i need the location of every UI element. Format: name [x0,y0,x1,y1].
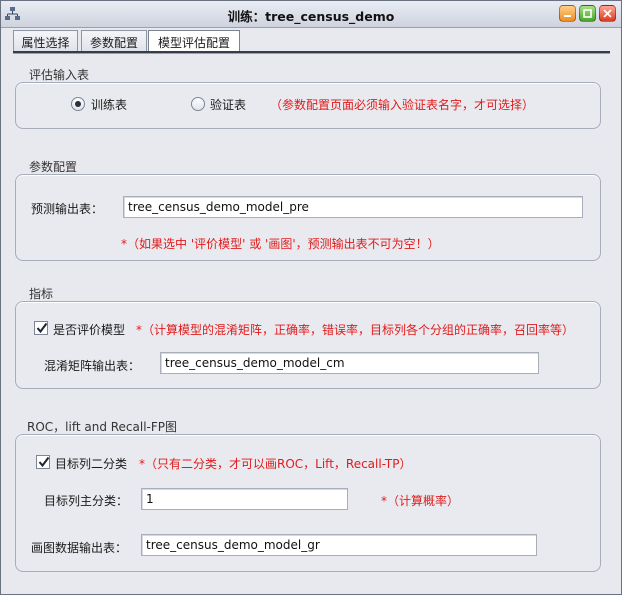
eval-input-note: （参数配置页面必须输入验证表名字，才可选择） [270,98,535,112]
radio-train-table[interactable] [71,97,85,111]
tab-label: 参数配置 [89,36,138,50]
window-title: 训练：tree_census_demo [227,9,395,24]
section-title-roc: ROC，lift and Recall-FP图 [27,420,178,434]
check-icon [38,456,50,468]
training-window: 训练：tree_census_demo 属性选择 参数配置 模型评估配置 评估输… [0,0,622,595]
predict-table-input[interactable]: tree_census_demo_model_pre [123,196,583,218]
section-title-metrics: 指标 [29,287,54,301]
radio-validation-label[interactable]: 验证表 [210,96,246,113]
confusion-matrix-label: 混淆矩阵输出表： [44,359,141,373]
plot-data-label: 画图数据输出表： [31,541,128,555]
predict-table-label: 预测输出表： [31,202,104,216]
section-title-param-config: 参数配置 [29,160,78,174]
maximize-icon [583,9,592,18]
radio-train-label[interactable]: 训练表 [91,96,127,113]
minimize-icon [564,15,571,17]
main-class-note: *（计算概率） [381,494,460,508]
check-icon [36,322,48,334]
tab-label: 模型评估配置 [157,36,230,50]
main-class-label: 目标列主分类： [44,494,129,508]
confusion-matrix-input[interactable]: tree_census_demo_model_cm [160,352,539,374]
tab-parameter-config[interactable]: 参数配置 [81,30,147,52]
binary-class-note: *（只有二分类，才可以画ROC，Lift，Recall-TP） [139,457,412,471]
predict-table-note: *（如果选中 '评价模型' 或 '画图'，预测输出表不可为空！） [121,237,440,251]
evaluate-model-label[interactable]: 是否评价模型 [53,321,125,338]
tab-model-evaluation-config[interactable]: 模型评估配置 [148,30,240,52]
binary-class-checkbox[interactable] [36,455,50,469]
binary-class-label[interactable]: 目标列二分类 [55,455,127,472]
main-class-input[interactable]: 1 [141,488,348,510]
roc-panel: 目标列二分类 *（只有二分类，才可以画ROC，Lift，Recall-TP） 目… [15,434,601,572]
evaluate-model-note: *（计算模型的混淆矩阵，正确率，错误率，目标列各个分组的正确率，召回率等） [136,323,575,337]
maximize-button[interactable] [579,5,596,22]
minimize-button[interactable] [559,5,576,22]
evaluate-model-checkbox[interactable] [34,321,48,335]
section-title-eval-input: 评估输入表 [29,68,90,82]
eval-input-panel: 训练表 验证表 （参数配置页面必须输入验证表名字，才可选择） [15,82,601,129]
tab-label: 属性选择 [21,36,70,50]
close-icon [603,9,612,18]
plot-data-input[interactable]: tree_census_demo_model_gr [141,534,537,556]
tab-divider [13,51,610,54]
metrics-panel: 是否评价模型 *（计算模型的混淆矩阵，正确率，错误率，目标列各个分组的正确率，召… [15,301,601,389]
param-config-panel: 预测输出表： tree_census_demo_model_pre *（如果选中… [15,174,601,261]
radio-validation-table[interactable] [191,97,205,111]
close-button[interactable] [599,5,616,22]
tab-attribute-selection[interactable]: 属性选择 [13,30,78,52]
title-bar[interactable]: 训练：tree_census_demo [1,1,621,28]
